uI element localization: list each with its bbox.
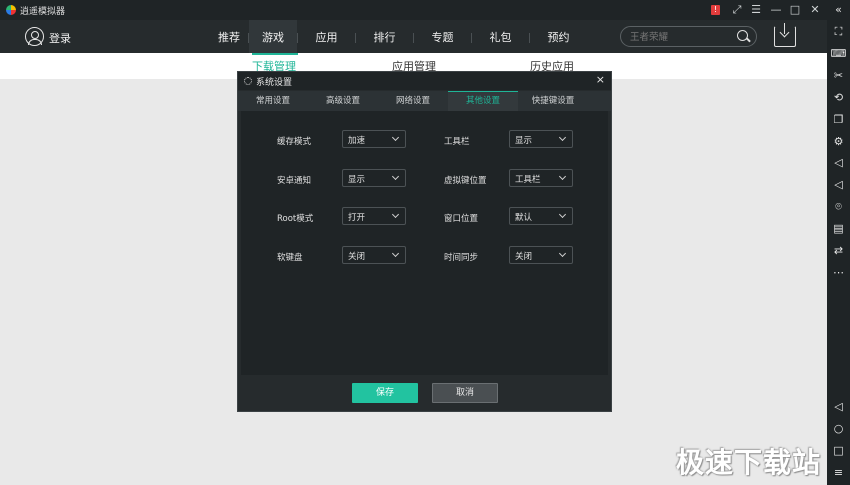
watermark-text: 极速下载站 xyxy=(676,446,822,479)
sync-icon[interactable]: ⇄ xyxy=(827,243,850,259)
active-subtab-indicator xyxy=(252,53,298,55)
chevron-down-icon xyxy=(558,172,567,181)
select-value: 工具栏 xyxy=(515,175,541,185)
maximize-icon[interactable]: □ xyxy=(787,2,803,18)
nav-item-ranking[interactable]: 排行 xyxy=(356,20,413,53)
minimize-icon[interactable]: — xyxy=(768,2,784,18)
chevron-down-icon xyxy=(391,210,400,219)
nav-item-reserve[interactable]: 预约 xyxy=(530,20,587,53)
android-notify-select[interactable]: 显示 xyxy=(342,169,406,187)
tab-common-settings[interactable]: 常用设置 xyxy=(238,91,308,111)
back-icon[interactable]: ◁ xyxy=(827,399,850,415)
main-nav: 推荐 游戏 应用 排行 专题 礼包 预约 xyxy=(210,20,587,53)
settings-tabs: 常用设置 高级设置 网络设置 其他设置 快捷键设置 xyxy=(238,91,611,111)
tab-advanced-settings[interactable]: 高级设置 xyxy=(308,91,378,111)
home-icon[interactable]: ○ xyxy=(827,421,850,437)
app-logo-icon xyxy=(6,5,16,15)
setting-label-window-position: 窗口位置 xyxy=(444,214,479,224)
cancel-button[interactable]: 取消 xyxy=(432,383,498,403)
chevron-down-icon xyxy=(558,133,567,142)
dialog-title-bar: 系统设置 × xyxy=(238,72,611,90)
setting-label-virtual-key-position: 虚拟键位置 xyxy=(444,176,487,186)
nav-item-topics[interactable]: 专题 xyxy=(414,20,471,53)
dialog-footer: 保存 取消 xyxy=(238,375,611,411)
app-header: 登录 推荐 游戏 应用 排行 专题 礼包 预约 xyxy=(0,20,827,53)
screenshot-icon[interactable]: ✂ xyxy=(827,68,850,84)
nav-item-apps[interactable]: 应用 xyxy=(298,20,355,53)
close-icon[interactable]: ✕ xyxy=(807,2,823,18)
chevron-down-icon xyxy=(391,249,400,258)
select-value: 显示 xyxy=(515,136,533,146)
keyboard-icon[interactable]: ⌨ xyxy=(827,46,850,62)
root-mode-select[interactable]: 打开 xyxy=(342,207,406,225)
time-sync-select[interactable]: 关闭 xyxy=(509,246,573,264)
setting-label-soft-keyboard: 软键盘 xyxy=(277,253,303,263)
rotate-icon[interactable]: ⟲ xyxy=(827,90,850,106)
download-icon[interactable] xyxy=(774,23,796,47)
recent-apps-icon[interactable]: □ xyxy=(827,443,850,459)
save-button[interactable]: 保存 xyxy=(352,383,418,403)
setting-label-android-notify: 安卓通知 xyxy=(277,176,312,186)
system-settings-dialog: 系统设置 × 常用设置 高级设置 网络设置 其他设置 快捷键设置 缓存模式 加速… xyxy=(237,71,612,412)
nav-item-recommend[interactable]: 推荐 xyxy=(210,20,248,53)
setting-label-time-sync: 时间同步 xyxy=(444,253,479,263)
search-box xyxy=(620,26,757,47)
window-title: 逍遥模拟器 xyxy=(20,7,66,17)
chevron-down-icon xyxy=(558,210,567,219)
chevron-down-icon xyxy=(391,172,400,181)
chevron-down-icon xyxy=(391,133,400,142)
file-icon[interactable]: ▤ xyxy=(827,221,850,237)
nav-item-games[interactable]: 游戏 xyxy=(249,20,297,53)
search-icon[interactable] xyxy=(737,30,748,41)
cache-mode-select[interactable]: 加速 xyxy=(342,130,406,148)
search-input[interactable] xyxy=(630,30,730,44)
menu-icon[interactable]: ☰ xyxy=(748,2,764,18)
select-value: 默认 xyxy=(515,213,533,223)
soft-keyboard-select[interactable]: 关闭 xyxy=(342,246,406,264)
location-icon[interactable]: ⌾ xyxy=(827,199,850,215)
right-toolbar: « ⛶ ⌨ ✂ ⟲ ❐ ⚙ ◁ ◁ ⌾ ▤ ⇄ ⋯ ◁ ○ □ ≡ xyxy=(827,0,850,485)
select-value: 关闭 xyxy=(348,252,366,262)
select-value: 显示 xyxy=(348,175,366,185)
fullscreen-icon[interactable]: ⤢ xyxy=(729,2,745,18)
collapse-icon[interactable]: « xyxy=(827,2,850,18)
settings-icon[interactable]: ⚙ xyxy=(827,134,850,150)
setting-label-toolbar: 工具栏 xyxy=(444,137,470,147)
multi-window-icon[interactable]: ❐ xyxy=(827,112,850,128)
virtual-key-position-select[interactable]: 工具栏 xyxy=(509,169,573,187)
setting-label-cache-mode: 缓存模式 xyxy=(277,137,312,147)
select-value: 打开 xyxy=(348,213,366,223)
toolbar-select[interactable]: 显示 xyxy=(509,130,573,148)
select-value: 加速 xyxy=(348,136,366,146)
tab-other-settings[interactable]: 其他设置 xyxy=(448,91,518,111)
setting-label-root-mode: Root模式 xyxy=(277,214,314,224)
user-avatar-icon[interactable] xyxy=(25,27,44,46)
tab-network-settings[interactable]: 网络设置 xyxy=(378,91,448,111)
select-value: 关闭 xyxy=(515,252,533,262)
login-link[interactable]: 登录 xyxy=(49,30,71,46)
settings-panel: 缓存模式 加速 工具栏 显示 安卓通知 显示 虚拟键位置 工具栏 Root模式 … xyxy=(241,111,608,375)
nav-item-gifts[interactable]: 礼包 xyxy=(472,20,529,53)
title-bar: 逍遥模拟器 ! ⤢ ☰ — □ ✕ xyxy=(0,0,827,20)
gear-icon xyxy=(244,77,252,85)
dialog-close-icon[interactable]: × xyxy=(596,73,605,86)
volume-down-icon[interactable]: ◁ xyxy=(827,177,850,193)
dialog-title: 系统设置 xyxy=(256,78,293,88)
window-position-select[interactable]: 默认 xyxy=(509,207,573,225)
alert-icon[interactable]: ! xyxy=(711,5,720,15)
list-icon[interactable]: ≡ xyxy=(827,465,850,481)
more-icon[interactable]: ⋯ xyxy=(827,265,850,281)
expand-icon[interactable]: ⛶ xyxy=(827,24,850,40)
chevron-down-icon xyxy=(558,249,567,258)
tab-hotkey-settings[interactable]: 快捷键设置 xyxy=(518,91,588,111)
volume-up-icon[interactable]: ◁ xyxy=(827,155,850,171)
